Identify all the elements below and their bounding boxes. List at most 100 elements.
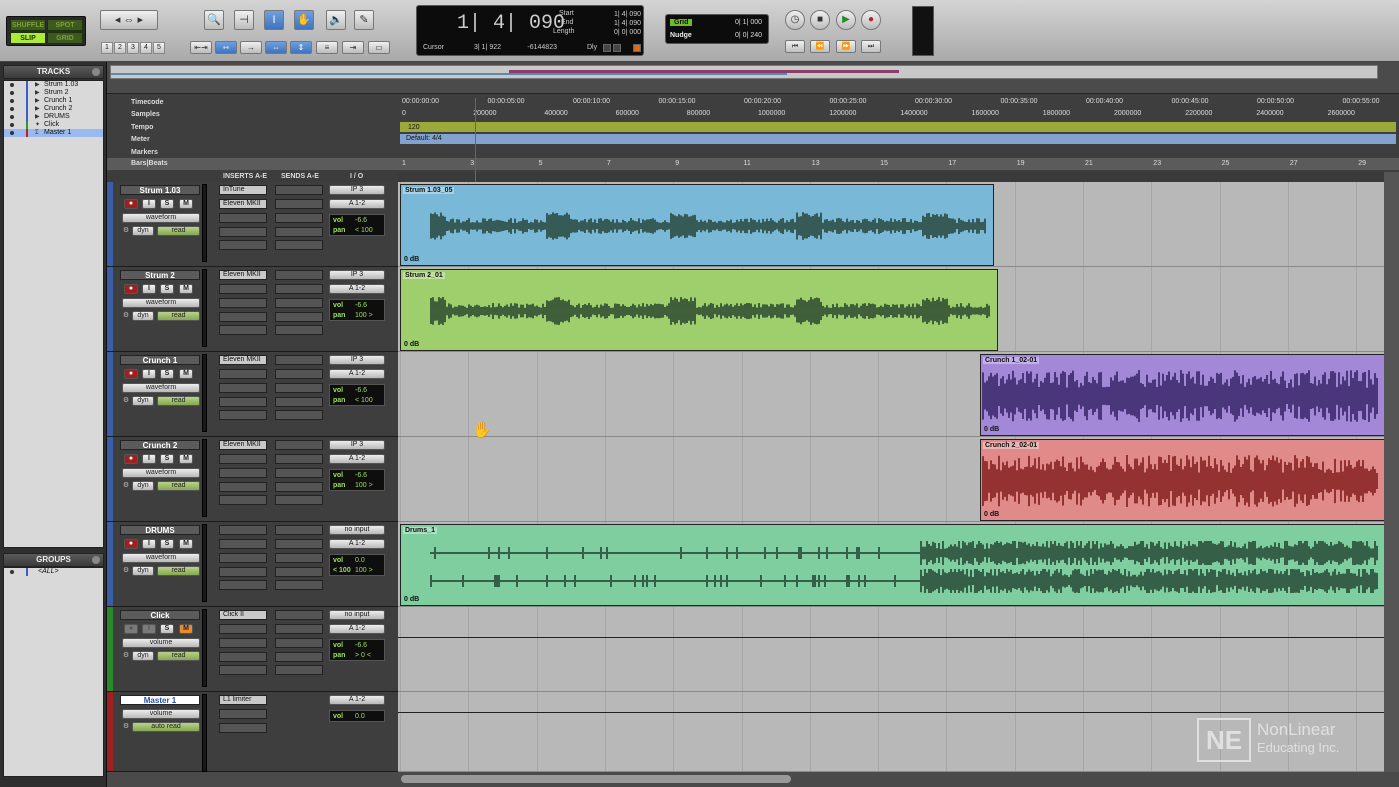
send-slot[interactable] — [275, 610, 323, 620]
track-list-item[interactable]: Σ Master 1 — [4, 129, 103, 137]
dyn-button[interactable]: dyn — [132, 311, 154, 321]
send-slot[interactable] — [275, 638, 323, 648]
groups-panel-header[interactable]: GROUPS — [3, 553, 104, 567]
send-slot[interactable] — [275, 539, 323, 549]
zoom-preset-1[interactable]: 1 — [101, 42, 113, 54]
track-list-item[interactable]: ▶ Strum 1.03 — [4, 81, 103, 89]
link-track-button[interactable]: ⇔ — [265, 41, 287, 54]
insert-slot[interactable] — [219, 482, 267, 492]
solo-button[interactable]: S — [160, 624, 174, 634]
main-counter-value[interactable]: 1| 4| 090 — [457, 12, 565, 35]
send-slot[interactable] — [275, 440, 323, 450]
track-view-selector[interactable]: waveform — [122, 213, 200, 223]
insert-slot[interactable] — [219, 397, 267, 407]
record-arm-button[interactable]: ● — [124, 539, 138, 549]
send-slot[interactable] — [275, 227, 323, 237]
dyn-button[interactable]: dyn — [132, 651, 154, 661]
zoom-buttons[interactable]: ◂ ⇔ ▸ — [100, 10, 158, 30]
insert-slot[interactable] — [219, 723, 267, 733]
automation-mode-selector[interactable]: read — [157, 311, 200, 321]
mute-button[interactable]: M — [179, 284, 193, 294]
input-monitor-button[interactable]: I — [142, 199, 156, 209]
countoff-toggle[interactable] — [633, 44, 641, 52]
insert-slot[interactable] — [219, 709, 267, 719]
mute-button[interactable]: M — [179, 624, 193, 634]
volume-pan-display[interactable]: vol -6.6 pan 100 > — [329, 469, 385, 491]
audio-clip[interactable]: Strum 1.03_05 0 dB — [400, 184, 994, 266]
link-timeline-button[interactable]: ⇿ — [215, 41, 237, 54]
end-value[interactable]: 1| 4| 090 — [597, 20, 641, 27]
meter-ruler-label[interactable]: Meter — [131, 136, 150, 143]
dyn-button[interactable]: dyn — [132, 226, 154, 236]
track-name[interactable]: Master 1 — [120, 695, 200, 705]
insert-slot[interactable] — [219, 539, 267, 549]
send-slot[interactable] — [275, 369, 323, 379]
send-slot[interactable] — [275, 495, 323, 505]
send-slot[interactable] — [275, 270, 323, 280]
insert-slot[interactable] — [219, 567, 267, 577]
input-monitor-button[interactable]: I — [142, 284, 156, 294]
pan-value[interactable]: 100 > — [355, 482, 373, 489]
track-list-item[interactable]: ✦ Click — [4, 121, 103, 129]
record-button[interactable]: ● — [861, 10, 881, 30]
insert-slot[interactable] — [219, 652, 267, 662]
insert-slot[interactable] — [219, 638, 267, 648]
track-view-selector[interactable]: waveform — [122, 553, 200, 563]
output-selector[interactable]: A 1-2 — [329, 369, 385, 379]
return-to-zero-button[interactable]: ⏮ — [785, 40, 805, 53]
input-monitor-button[interactable]: I — [142, 624, 156, 634]
window-button[interactable]: ▭ — [368, 41, 390, 54]
markers-ruler-label[interactable]: Markers — [131, 149, 158, 156]
go-to-end-button[interactable]: ⏭ — [861, 40, 881, 53]
clip-gain[interactable]: 0 dB — [404, 596, 419, 603]
track-view-selector[interactable]: volume — [122, 638, 200, 648]
edit-timeline[interactable]: Strum 1.03_05 0 dB Strum 2_01 0 dB Crunch 1_… — [398, 182, 1384, 772]
volume-pan-display[interactable]: vol 0.0 — [329, 710, 385, 722]
insert-slot[interactable] — [219, 495, 267, 505]
output-selector[interactable]: A 1-2 — [329, 199, 385, 209]
send-slot[interactable] — [275, 454, 323, 464]
insert-slot[interactable] — [219, 468, 267, 478]
rewind-button[interactable]: ⏪ — [810, 40, 830, 53]
volume-value[interactable]: -6.6 — [355, 472, 367, 479]
insert-slot[interactable] — [219, 665, 267, 675]
volume-pan-display[interactable]: vol -6.6 pan < 100 — [329, 214, 385, 236]
tracks-panel-header[interactable]: TRACKS — [3, 65, 104, 79]
track-view-selector[interactable]: waveform — [122, 383, 200, 393]
insert-slot[interactable] — [219, 227, 267, 237]
input-monitor-button[interactable]: I — [142, 539, 156, 549]
output-selector[interactable]: A 1-2 — [329, 284, 385, 294]
insert-slot[interactable] — [219, 454, 267, 464]
volume-value[interactable]: -6.6 — [355, 642, 367, 649]
stop-button[interactable]: ■ — [810, 10, 830, 30]
volume-automation-line[interactable] — [398, 712, 1384, 713]
track-name[interactable]: Crunch 2 — [120, 440, 200, 450]
send-slot[interactable] — [275, 383, 323, 393]
dyn-button[interactable]: dyn — [132, 566, 154, 576]
insert-slot[interactable] — [219, 312, 267, 322]
volume-pan-display[interactable]: vol -6.6 pan > 0 < — [329, 639, 385, 661]
grid-mode-button[interactable]: GRID — [47, 32, 83, 44]
send-slot[interactable] — [275, 397, 323, 407]
tempo-ruler[interactable]: 120 — [400, 122, 1396, 132]
solo-button[interactable]: S — [160, 539, 174, 549]
track-name[interactable]: Strum 2 — [120, 270, 200, 280]
send-slot[interactable] — [275, 665, 323, 675]
track-name[interactable]: Crunch 1 — [120, 355, 200, 365]
insert-slot[interactable] — [219, 553, 267, 563]
send-slot[interactable] — [275, 624, 323, 634]
insert-slot[interactable] — [219, 240, 267, 250]
record-arm-button[interactable]: ● — [124, 454, 138, 464]
postroll-toggle[interactable] — [613, 44, 621, 52]
input-selector[interactable]: IP 3 — [329, 355, 385, 365]
volume-pan-display[interactable]: vol 0.0 < 100 100 > — [329, 554, 385, 576]
zoomer-tool[interactable]: 🔍 — [204, 10, 224, 30]
insertion-follows-button[interactable]: → — [240, 41, 262, 54]
clip-gain[interactable]: 0 dB — [984, 511, 999, 518]
pan-left-value[interactable]: < 100 — [333, 566, 355, 576]
insert-slot[interactable] — [219, 383, 267, 393]
grid-value[interactable]: 0| 1| 000 — [735, 19, 762, 26]
input-selector[interactable]: no input — [329, 525, 385, 535]
scroll-button[interactable]: ⇥ — [342, 41, 364, 54]
send-slot[interactable] — [275, 580, 323, 590]
